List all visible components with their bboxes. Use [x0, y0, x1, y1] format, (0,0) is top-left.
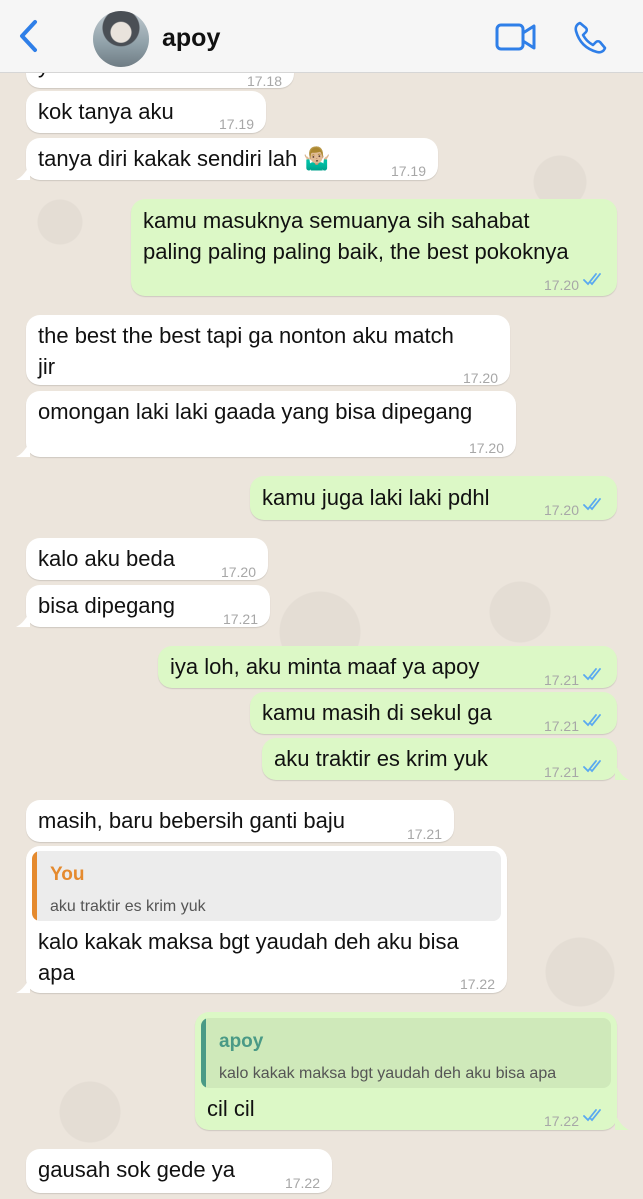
message-text: iya loh, aku minta maaf ya apoy	[170, 654, 480, 679]
message-time: 17.22	[284, 1175, 320, 1191]
quote-text: kalo kakak maksa bgt yaudah deh aku bisa…	[219, 1065, 557, 1082]
message-text: the best the best tapi ga nonton aku mat…	[38, 323, 454, 348]
quoted-message[interactable]: apoy kalo kakak maksa bgt yaudah deh aku…	[201, 1018, 611, 1088]
message-text: aku traktir es krim yuk	[274, 746, 488, 771]
message-time: 17.22	[543, 1113, 579, 1129]
message-text: bisa dipegang	[38, 593, 176, 618]
video-camera-icon	[495, 23, 536, 51]
bubble-tail	[16, 441, 30, 457]
message-time: 17.20	[220, 564, 256, 580]
double-check-icon	[583, 760, 601, 773]
quoted-message[interactable]: You aku traktir es krim yuk	[32, 851, 501, 921]
contact-name[interactable]: apoy	[162, 24, 220, 53]
message-text: kamu masuknya semuanya sih sahabat	[143, 208, 530, 233]
message-text: kamu juga laki laki pdhl	[262, 485, 490, 510]
chat-header: apoy	[0, 0, 643, 73]
message-bubble-incoming[interactable]: tanya diri kakak sendiri lah 🤷🏼‍♂️ 17.19	[26, 138, 438, 180]
double-check-icon	[583, 1109, 601, 1122]
chevron-left-icon	[20, 20, 37, 52]
message-bubble-incoming[interactable]: the best the best tapi ga nonton aku mat…	[26, 315, 510, 386]
message-text: kamu masih di sekul ga	[262, 700, 492, 725]
phone-icon	[574, 21, 607, 54]
quote-accent-bar	[32, 851, 37, 921]
quote-accent-bar	[201, 1018, 206, 1088]
double-check-icon	[583, 714, 601, 727]
double-check-icon	[583, 668, 601, 681]
voice-call-button[interactable]	[572, 20, 608, 61]
message-bubble-outgoing[interactable]: kamu juga laki laki pdhl 17.20	[250, 476, 617, 520]
bubble-tail	[16, 164, 30, 180]
message-bubble-incoming-reply[interactable]: You aku traktir es krim yuk kalo kakak m…	[26, 846, 507, 993]
message-bubble-outgoing[interactable]: kamu masuknya semuanya sih sahabat palin…	[131, 199, 617, 296]
video-call-button[interactable]	[495, 20, 537, 59]
bubble-tail	[16, 611, 30, 627]
message-text: kalo aku beda	[38, 546, 175, 571]
message-text: omongan laki laki gaada yang bisa dipega…	[38, 399, 473, 424]
message-time: 17.19	[218, 116, 254, 132]
message-bubble-outgoing[interactable]: aku traktir es krim yuk 17.21	[262, 738, 617, 780]
quote-sender: apoy	[219, 1031, 264, 1052]
quote-text: aku traktir es krim yuk	[50, 898, 206, 915]
bubble-tail	[615, 764, 629, 780]
message-time: 17.19	[390, 163, 426, 179]
message-bubble-incoming[interactable]: bisa dipegang 17.21	[26, 585, 270, 627]
message-bubble-incoming[interactable]: omongan laki laki gaada yang bisa dipega…	[26, 391, 516, 457]
message-bubble-incoming[interactable]: kok tanya aku 17.19	[26, 91, 266, 133]
message-text: kok tanya aku	[38, 99, 174, 124]
message-text: gausah sok gede ya	[38, 1157, 235, 1182]
double-check-icon	[583, 498, 601, 511]
double-check-icon	[583, 273, 601, 286]
message-text-line2: apa	[38, 960, 75, 985]
message-text-line2: paling paling paling baik, the best poko…	[143, 239, 569, 264]
message-bubble-outgoing[interactable]: kamu masih di sekul ga 17.21	[250, 692, 617, 734]
quote-sender: You	[50, 864, 85, 885]
message-text-line2: jir	[38, 354, 56, 379]
message-bubble-outgoing[interactable]: iya loh, aku minta maaf ya apoy 17.21	[158, 646, 617, 688]
bubble-tail	[16, 977, 30, 993]
message-time: 17.21	[543, 764, 579, 780]
message-bubble-outgoing-reply[interactable]: apoy kalo kakak maksa bgt yaudah deh aku…	[195, 1012, 617, 1130]
message-bubble-incoming[interactable]: kalo aku beda 17.20	[26, 538, 268, 580]
message-time: 17.20	[543, 277, 579, 293]
message-time: 17.20	[543, 502, 579, 518]
message-text: cil cil	[207, 1096, 255, 1121]
message-text: tanya diri kakak sendiri lah 🤷🏼‍♂️	[38, 146, 331, 171]
bubble-tail	[615, 1114, 629, 1130]
message-time: 17.20	[462, 370, 498, 386]
message-text: kalo kakak maksa bgt yaudah deh aku bisa	[38, 929, 459, 954]
avatar[interactable]	[93, 11, 149, 67]
back-button[interactable]	[14, 18, 44, 54]
message-text: masih, baru bebersih ganti baju	[38, 808, 345, 833]
message-time: 17.20	[468, 440, 504, 456]
message-bubble-incoming[interactable]: masih, baru bebersih ganti baju 17.21	[26, 800, 454, 842]
message-bubble-incoming[interactable]: gausah sok gede ya 17.22	[26, 1149, 332, 1193]
message-time: 17.21	[222, 611, 258, 627]
message-time: 17.22	[459, 976, 495, 992]
